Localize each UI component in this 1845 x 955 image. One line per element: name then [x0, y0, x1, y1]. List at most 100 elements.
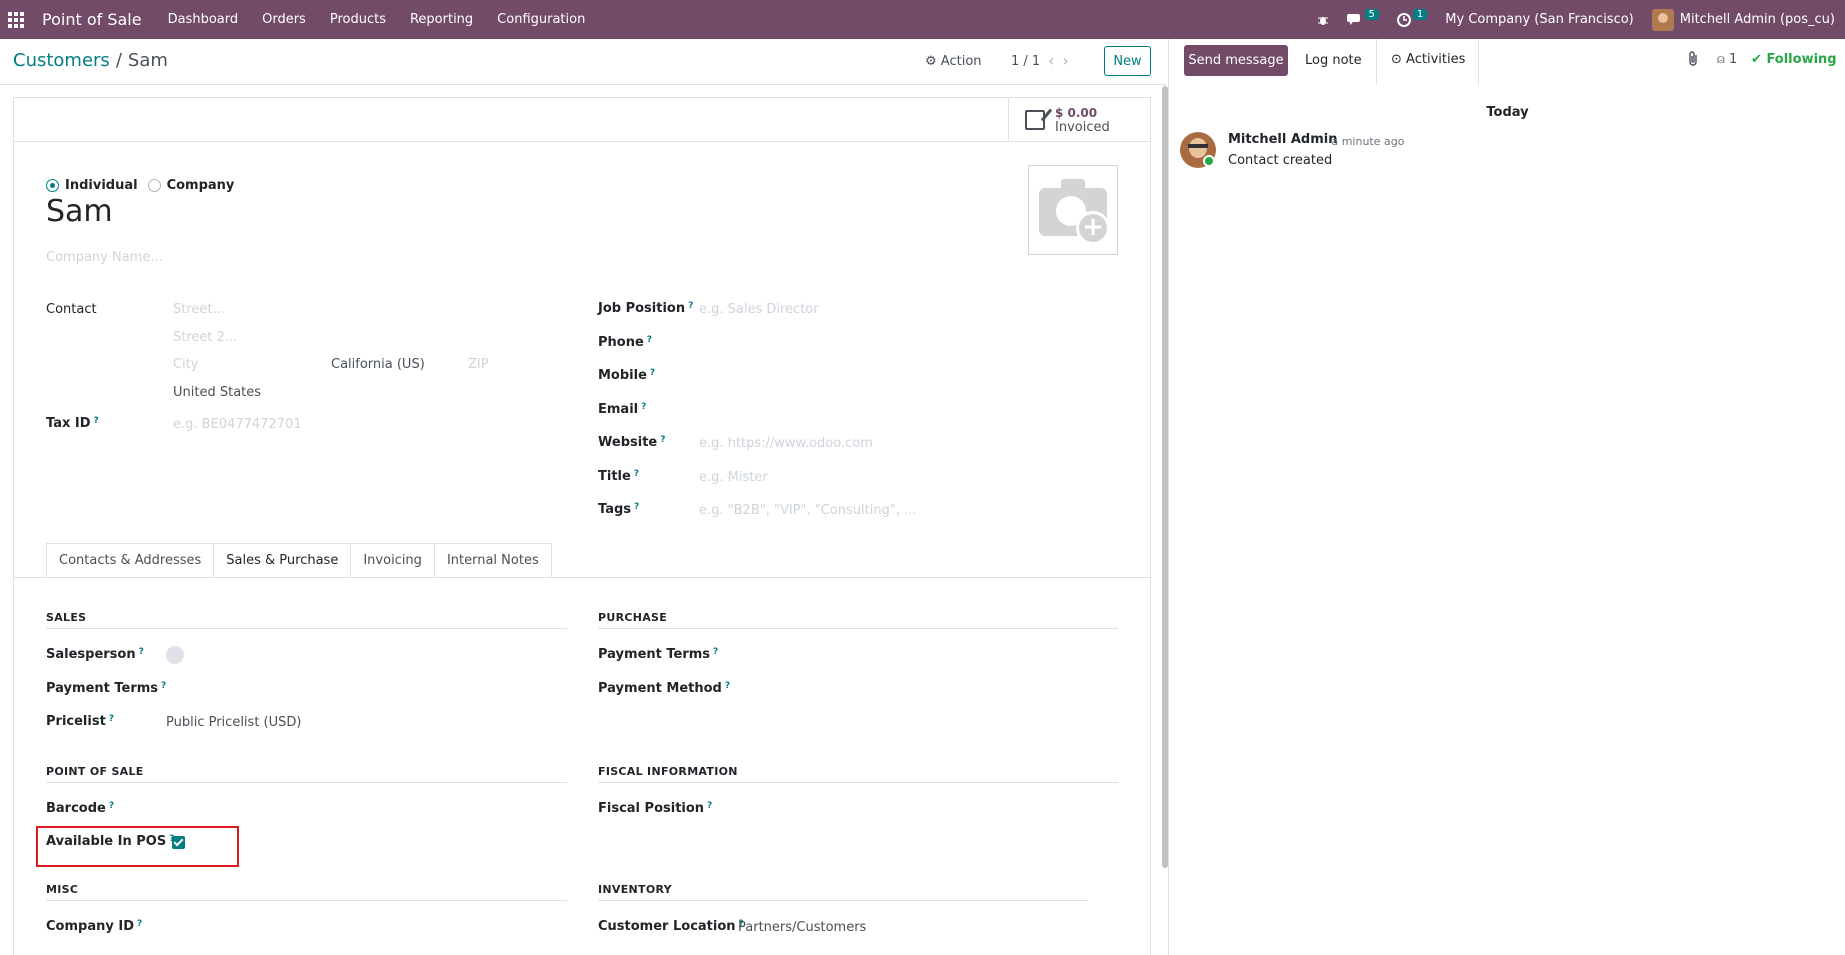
- city-input[interactable]: City: [173, 357, 198, 372]
- following-label: Following: [1766, 52, 1837, 67]
- company-type-radio: Individual Company: [46, 178, 244, 193]
- fiscal-position-label: Fiscal Position?: [598, 801, 713, 816]
- top-navbar: Point of Sale Dashboard Orders Products …: [0, 0, 1845, 39]
- purchase-section-line: [598, 628, 1118, 629]
- form-view: $ 0.00 Invoiced Individual Company Sam C…: [0, 86, 1166, 955]
- invoiced-label: Invoiced: [1055, 119, 1110, 135]
- title-input[interactable]: e.g. Mister: [699, 470, 768, 485]
- tags-input[interactable]: e.g. "B2B", "VIP", "Consulting", ...: [699, 503, 916, 518]
- apps-menu-icon[interactable]: [8, 11, 24, 28]
- pos-section-line: [46, 782, 567, 783]
- gear-icon: ⚙: [925, 54, 937, 69]
- partner-name-field[interactable]: Sam: [46, 194, 113, 229]
- activities-schedule-button[interactable]: ⊙ Activities: [1391, 52, 1465, 67]
- radio-company[interactable]: [147, 179, 161, 192]
- followers-count: 1: [1728, 52, 1738, 67]
- messages-button[interactable]: 5: [1346, 9, 1379, 27]
- inventory-section-title: INVENTORY: [598, 883, 672, 896]
- purchase-payment-terms-label: Payment Terms?: [598, 647, 719, 662]
- company-id-label: Company ID?: [46, 919, 143, 934]
- button-box: $ 0.00 Invoiced: [14, 98, 1150, 142]
- user-menu[interactable]: Mitchell Admin (pos_cu): [1651, 8, 1835, 31]
- tab-sales-purchase[interactable]: Sales & Purchase: [213, 543, 352, 578]
- invoiced-amount: $ 0.00: [1055, 105, 1098, 120]
- inventory-section-line: [598, 900, 1088, 901]
- menu-reporting[interactable]: Reporting: [398, 12, 485, 27]
- country-select[interactable]: United States: [173, 385, 261, 400]
- clock-icon: [1396, 12, 1411, 27]
- new-button[interactable]: New: [1104, 46, 1151, 76]
- highlight-box: [36, 826, 239, 867]
- menu-products[interactable]: Products: [318, 12, 398, 27]
- purchase-section-title: PURCHASE: [598, 611, 668, 624]
- pricelist-select[interactable]: Public Pricelist (USD): [166, 715, 301, 730]
- breadcrumb: Customers / Sam: [13, 50, 168, 71]
- email-label: Email?: [598, 402, 647, 417]
- app-brand[interactable]: Point of Sale: [42, 10, 142, 29]
- sales-section-line: [46, 628, 567, 629]
- fiscal-section-title: FISCAL INFORMATION: [598, 765, 738, 778]
- date-separator: Today: [1486, 105, 1529, 120]
- invoiced-stat-button[interactable]: $ 0.00 Invoiced: [1008, 98, 1150, 142]
- fiscal-section-line: [598, 782, 1118, 783]
- following-button[interactable]: ✔ Following: [1751, 52, 1837, 67]
- chevron-right-icon[interactable]: ›: [1062, 51, 1076, 70]
- radio-company-label[interactable]: Company: [167, 178, 235, 193]
- tab-internal-notes[interactable]: Internal Notes: [433, 543, 552, 577]
- zip-input[interactable]: ZIP: [468, 357, 489, 372]
- pos-section-title: POINT OF SALE: [46, 765, 144, 778]
- sales-section-title: SALES: [46, 611, 87, 624]
- tab-contacts-addresses[interactable]: Contacts & Addresses: [46, 543, 215, 577]
- pager-arrows: ‹›: [1048, 51, 1077, 70]
- chatter-panel: Send message Log note ⊙ Activities ⍝ 1 ✔…: [1168, 39, 1845, 955]
- paperclip-icon[interactable]: [1687, 51, 1699, 71]
- send-message-button[interactable]: Send message: [1184, 45, 1288, 76]
- pricelist-label: Pricelist?: [46, 714, 115, 729]
- pager-value[interactable]: 1 / 1: [1011, 54, 1040, 69]
- customer-location-label: Customer Location?: [598, 919, 744, 934]
- street2-input[interactable]: Street 2...: [173, 330, 237, 345]
- taxid-input[interactable]: e.g. BE0477472701: [173, 417, 302, 432]
- chevron-left-icon[interactable]: ‹: [1048, 51, 1062, 70]
- company-name-input[interactable]: Company Name...: [46, 250, 163, 265]
- street-input[interactable]: Street...: [173, 302, 225, 317]
- menu-dashboard[interactable]: Dashboard: [156, 12, 251, 27]
- followers-button[interactable]: ⍝ 1: [1717, 52, 1737, 67]
- breadcrumb-current: Sam: [127, 50, 168, 71]
- camera-icon: +: [1039, 179, 1110, 245]
- radio-individual[interactable]: [46, 179, 59, 192]
- main-menu: Dashboard Orders Products Reporting Conf…: [156, 12, 598, 27]
- menu-orders[interactable]: Orders: [250, 12, 318, 27]
- tab-invoicing[interactable]: Invoicing: [350, 543, 435, 577]
- website-input[interactable]: e.g. https://www.odoo.com: [699, 436, 873, 451]
- debug-icon[interactable]: [1317, 14, 1329, 26]
- salesperson-label: Salesperson?: [46, 647, 144, 662]
- pencil-square-icon: [1025, 110, 1045, 130]
- user-icon: ⍝: [1717, 52, 1725, 67]
- message-body: Contact created: [1228, 153, 1333, 168]
- message-time: - a minute ago: [1324, 135, 1405, 148]
- activities-button[interactable]: 1: [1396, 9, 1428, 27]
- company-switcher[interactable]: My Company (San Francisco): [1445, 12, 1633, 27]
- misc-section-line: [46, 900, 567, 901]
- title-label: Title?: [598, 469, 640, 484]
- misc-section-title: MISC: [46, 883, 79, 896]
- log-note-button[interactable]: Log note: [1305, 53, 1362, 68]
- radio-individual-label[interactable]: Individual: [65, 178, 138, 193]
- state-select[interactable]: California (US): [331, 357, 425, 372]
- breadcrumb-separator: /: [115, 50, 122, 71]
- action-menu-button[interactable]: ⚙ Action: [925, 54, 982, 69]
- user-avatar: [1651, 8, 1674, 31]
- job-position-input[interactable]: e.g. Sales Director: [699, 302, 819, 317]
- breadcrumb-customers[interactable]: Customers: [13, 50, 110, 71]
- avatar-upload[interactable]: +: [1028, 165, 1118, 255]
- menu-configuration[interactable]: Configuration: [485, 12, 597, 27]
- taxid-label: Tax ID?: [46, 416, 99, 431]
- sales-payment-terms-label: Payment Terms?: [46, 681, 167, 696]
- mobile-label: Mobile?: [598, 368, 656, 383]
- phone-label: Phone?: [598, 335, 653, 350]
- customer-location-select[interactable]: Partners/Customers: [738, 920, 866, 935]
- online-status-icon: [1203, 155, 1215, 167]
- salesperson-avatar[interactable]: [166, 646, 184, 664]
- message-author[interactable]: Mitchell Admin: [1228, 132, 1337, 147]
